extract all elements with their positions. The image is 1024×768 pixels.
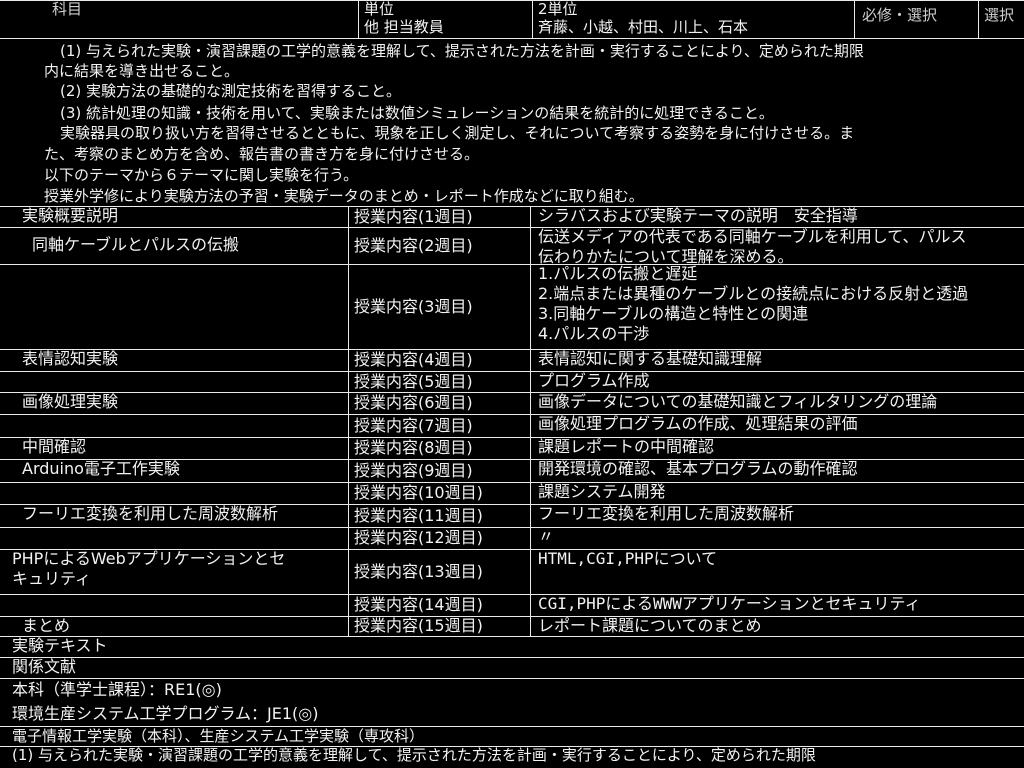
required-label: 必修・選択 (862, 6, 938, 24)
session-cell: 授業内容(10週目) (354, 483, 483, 502)
table-row: Arduino電子工作実験 授業内容(9週目) 開発環境の確認、基本プログラムの動作… (0, 459, 1024, 483)
theme-cell: 同軸ケーブルとパルスの伝搬 (32, 235, 240, 254)
table-row: 実験概要説明 授業内容(1週目) シラバスおよび実験テーマの説明 安全指導 (0, 206, 1024, 228)
session-cell: 授業内容(13週目) (354, 562, 483, 581)
table-row: 授業内容(14週目) CGI,PHPによるWWWアプリケーションとセキュリティ (0, 594, 1024, 617)
session-cell: 授業内容(2週目) (354, 236, 473, 255)
content-cell-line: 課題レポートの中間確認 (538, 437, 715, 456)
table-row: 授業内容(10週目) 課題システム開発 (0, 482, 1024, 505)
textbook-label: 実験テキスト (12, 636, 108, 655)
theme-cell: 画像処理実験 (22, 392, 119, 411)
session-cell: 授業内容(5週目) (354, 372, 473, 391)
table-row: 表情認知実験 授業内容(4週目) 表情認知に関する基礎知識理解 (0, 349, 1024, 372)
table-row: 授業内容(7週目) 画像処理プログラムの作成、処理結果の評価 (0, 414, 1024, 438)
theme-cell-line: PHPによるWebアプリケーションとセ (12, 549, 286, 568)
table-row: 中間確認 授業内容(8週目) 課題レポートの中間確認 (0, 437, 1024, 460)
content-cell-line: フーリエ変換を利用した周波数解析 (538, 504, 795, 523)
content-cell-line: HTML,CGI,PHPについて (538, 549, 718, 568)
table-row: PHPによるWebアプリケーションとセ キュリティ 授業内容(13週目) HTML,C… (0, 549, 1024, 595)
table-row: 授業内容(5週目) プログラム作成 (0, 371, 1024, 393)
teacher-value: 斉藤、小越、村田、川上、石本 (538, 18, 749, 36)
content-cell-line: 2.端点または異種のケーブルとの接続点における反射と透過 (538, 284, 969, 303)
elective-value: 選択 (984, 6, 1015, 24)
content-cell-line: 4.パルスの干渉 (538, 324, 650, 343)
session-cell: 授業内容(14週目) (354, 595, 483, 614)
content-cell-line: 表情認知に関する基礎知識理解 (538, 349, 763, 368)
session-cell: 授業内容(7週目) (354, 416, 473, 435)
table-row: 授業内容(3週目) 1.パルスの伝搬と遅延 2.端点または異種のケーブルとの接続点に… (0, 264, 1024, 350)
theme-cell: フーリエ変換を利用した周波数解析 (22, 504, 279, 523)
content-cell-line: 〃 (538, 527, 555, 546)
content-cell-line: レポート課題についてのまとめ (538, 616, 762, 635)
session-cell: 授業内容(3週目) (354, 297, 473, 316)
session-cell: 授業内容(15週目) (354, 616, 483, 635)
content-cell-line: 3.同軸ケーブルの構造と特性との関連 (538, 304, 809, 323)
content-cell-line: シラバスおよび実験テーマの説明 安全指導 (538, 206, 858, 225)
goal-line: 実験器具の取り扱い方を習得させるとともに、現象を正しく測定し、それについて考察す… (60, 124, 855, 142)
table-row: フーリエ変換を利用した周波数解析 授業内容(11週目) フーリエ変換を利用した周波数… (0, 504, 1024, 528)
content-cell-line: CGI,PHPによるWWWアプリケーションとセキュリティ (538, 594, 921, 613)
goal-repeat: (1) 与えられた実験・演習課題の工学的意義を理解して、提示された方法を計画・実… (12, 746, 816, 764)
unit-label: 単位 (364, 0, 395, 18)
session-cell: 授業内容(8週目) (354, 438, 473, 457)
goal-line: た、考察のまとめ方を含め、報告書の書き方を身に付けさせる。 (44, 145, 480, 163)
content-cell-line: プログラム作成 (538, 371, 650, 390)
session-cell: 授業内容(11週目) (354, 506, 483, 525)
theme-cell: 表情認知実験 (22, 349, 119, 368)
program-line-main: 本科（準学士課程）：RE1(◎) (12, 680, 222, 699)
unit-value: 2単位 (538, 0, 578, 18)
goal-line: (1) 与えられた実験・演習課題の工学的意義を理解して、提示された方法を計画・実… (60, 42, 864, 60)
table-row: 同軸ケーブルとパルスの伝搬 授業内容(2週目) 伝送メディアの代表である同軸ケーブル… (0, 227, 1024, 266)
goal-line: 授業外学修により実験方法の予習・実験データのまとめ・レポート作成などに取り組む。 (44, 187, 644, 205)
content-cell-line: 課題システム開発 (538, 482, 666, 501)
goal-line: 以下のテーマから６テーマに関し実験を行う。 (44, 166, 359, 184)
goal-line: (2) 実験方法の基礎的な測定技術を習得すること。 (60, 82, 402, 100)
content-cell-line: 伝わりかたについて理解を深める。 (538, 247, 794, 266)
theme-cell: Arduino電子工作実験 (22, 459, 180, 478)
content-cell-line: 画像処理プログラムの作成、処理結果の評価 (538, 414, 858, 433)
session-cell: 授業内容(1週目) (354, 207, 473, 226)
program-line-env: 環境生産システム工学プログラム：JE1(◎) (12, 704, 319, 723)
session-cell: 授業内容(12週目) (354, 528, 483, 547)
content-cell-line: 伝送メディアの代表である同軸ケーブルを利用して、パルス (538, 227, 967, 246)
table-row: 画像処理実験 授業内容(6週目) 画像データについての基礎知識とフィルタリングの理論 (0, 392, 1024, 415)
content-cell-line: 1.パルスの伝搬と遅延 (538, 264, 698, 283)
session-cell: 授業内容(4週目) (354, 350, 473, 369)
session-cell: 授業内容(6週目) (354, 393, 473, 412)
content-cell-line: 開発環境の確認、基本プログラムの動作確認 (538, 459, 858, 478)
table-row: まとめ 授業内容(15週目) レポート課題についてのまとめ (0, 616, 1024, 637)
theme-cell: 中間確認 (22, 437, 87, 456)
subject-label: 科目 (52, 0, 83, 18)
teacher-label: 他 担当教員 (364, 18, 444, 36)
goal-line: (3) 統計処理の知識・技術を用いて、実験または数値シミュレーションの結果を統計… (60, 104, 774, 122)
theme-cell: まとめ (22, 616, 71, 635)
theme-cell: 実験概要説明 (22, 206, 119, 225)
table-row: 授業内容(12週目) 〃 (0, 527, 1024, 550)
related-courses: 電子情報工学実験（本科）、生産システム工学実験（専攻科） (12, 727, 425, 745)
theme-cell-line: キュリティ (12, 569, 92, 588)
content-cell-line: 画像データについての基礎知識とフィルタリングの理論 (538, 392, 938, 411)
session-cell: 授業内容(9週目) (354, 461, 473, 480)
references-label: 関係文献 (12, 657, 77, 676)
goal-line: 内に結果を導き出せること。 (44, 62, 240, 80)
